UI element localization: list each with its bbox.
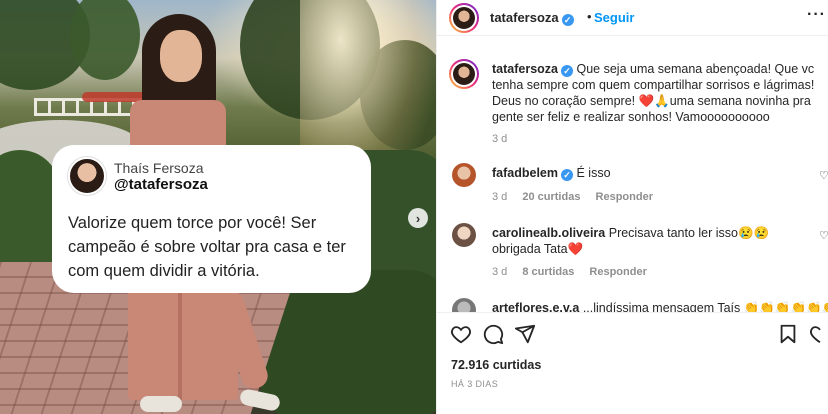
tweet-name: Thaís Fersoza [114,159,204,176]
caption-meta: 3 d [492,133,519,145]
reply-button[interactable]: Responder [589,266,646,278]
comment-icon[interactable] [482,323,504,345]
avatar[interactable] [452,163,476,187]
comment-username[interactable]: arteflores.e.v.a [492,301,579,312]
comment-username[interactable]: carolinealb.oliveira [492,226,605,240]
post-side-panel: tatafersoza ✓ • Seguir ··· tatafersoza ✓ Q… [436,0,828,414]
post-actions: 72.916 curtidas HÁ 3 DIAS [437,312,828,414]
comment-age[interactable]: 3 d [492,191,507,203]
more-options-icon[interactable]: ··· [807,6,826,24]
verified-icon: ✓ [561,14,574,26]
caption-age[interactable]: 3 d [492,133,507,145]
separator-dot: • [587,9,592,24]
comment-likes[interactable]: 8 curtidas [522,266,574,278]
next-image-button[interactable]: › [408,208,428,228]
story-ring[interactable] [449,3,479,33]
comment-likes[interactable]: 20 curtidas [522,191,580,203]
caption-username[interactable]: tatafersoza [492,62,558,76]
comment-body: carolinealb.oliveira Precisava tanto ler… [492,225,817,257]
save-icon[interactable] [777,323,799,345]
woman-face [160,30,202,82]
comment-age[interactable]: 3 d [492,266,507,278]
post-header: tatafersoza ✓ • Seguir ··· [437,0,828,36]
comment-text: É isso [576,166,611,180]
share-icon[interactable] [514,323,536,345]
posted-time[interactable]: HÁ 3 DIAS [451,379,498,389]
comments-section[interactable]: tatafersoza ✓ Que seja uma semana abençoa… [437,37,828,312]
likes-count[interactable]: 72.916 curtidas [451,358,541,372]
header-username-text[interactable]: tatafersoza [490,10,559,25]
avatar[interactable] [452,223,476,247]
tweet-avatar [68,157,106,195]
comment-username[interactable]: fafadbelem [492,166,558,180]
comment-text: ...lindíssima mensagem Taís 👏👏👏👏👏👏👏 [582,301,828,312]
hedge [0,150,60,280]
comment-body: arteflores.e.v.a ...lindíssima mensagem … [492,300,828,312]
verified-icon: ✓ [561,65,573,77]
comment-meta: 3 d 8 curtidas Responder [492,266,659,278]
tree [70,0,140,80]
avatar[interactable] [453,63,475,85]
avatar[interactable] [453,7,475,29]
shoe [140,396,182,412]
caption-body: tatafersoza ✓ Que seja uma semana abençoa… [492,61,817,125]
comment-meta: 3 d 20 curtidas Responder [492,191,665,203]
verified-icon: ✓ [561,169,573,181]
reply-button[interactable]: Responder [596,191,653,203]
heart-outline-icon[interactable] [809,323,828,345]
tweet-text: Valorize quem torce por você! Ser campeã… [68,214,346,280]
story-ring[interactable] [449,59,479,89]
comment-like-icon[interactable]: ♡ [819,229,828,242]
tweet-card: Thaís Fersoza @tatafersoza Valorize quem… [52,145,371,293]
like-icon[interactable] [450,323,472,345]
comment-like-icon[interactable]: ♡ [819,169,828,182]
avatar[interactable] [452,298,476,312]
comment-body: fafadbelem ✓ É isso [492,165,817,181]
post-image[interactable]: Thaís Fersoza @tatafersoza Valorize quem… [0,0,436,414]
tweet-handle: @tatafersoza [114,175,208,193]
follow-button[interactable]: Seguir [594,10,634,25]
tweet-header: Thaís Fersoza @tatafersoza [68,157,355,195]
header-username[interactable]: tatafersoza ✓ [490,10,574,26]
